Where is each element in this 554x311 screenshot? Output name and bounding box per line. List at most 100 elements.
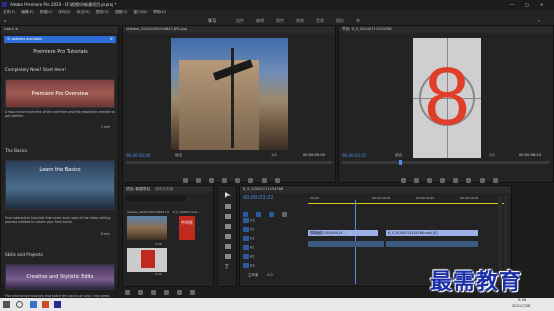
overwrite-icon[interactable] xyxy=(261,178,267,183)
step-back-icon[interactable] xyxy=(427,178,433,183)
source-timecode[interactable]: 00:00:00:00 xyxy=(126,153,150,158)
track-select-icon[interactable] xyxy=(225,204,231,209)
menu-window[interactable]: 窗口(W) xyxy=(134,10,148,14)
program-timecode[interactable]: 00:00:03:22 xyxy=(342,153,366,158)
selection-tool-icon[interactable] xyxy=(225,192,231,198)
program-ratio[interactable]: 1/2 xyxy=(489,153,495,157)
play-icon[interactable] xyxy=(222,178,228,183)
start-button[interactable] xyxy=(3,301,10,308)
snap-icon[interactable] xyxy=(243,212,248,217)
lift-icon[interactable] xyxy=(466,178,472,183)
slip-icon[interactable] xyxy=(225,234,231,239)
menu-marker[interactable]: 标记(M) xyxy=(77,10,90,14)
home-icon[interactable]: ⌂ xyxy=(4,16,7,25)
ripple-edit-icon[interactable] xyxy=(225,214,231,219)
marker-icon[interactable] xyxy=(269,212,275,217)
extract-icon[interactable] xyxy=(479,178,485,183)
workspace-effects[interactable]: 效果 xyxy=(296,16,304,25)
toggle-v2[interactable] xyxy=(243,227,249,232)
step-back-icon[interactable] xyxy=(209,178,215,183)
menu-clip[interactable]: 剪辑(C) xyxy=(40,10,53,14)
mark-in-icon[interactable] xyxy=(183,178,188,183)
close-button[interactable]: ✕ xyxy=(540,0,543,9)
project-thumb-1[interactable] xyxy=(127,216,167,240)
add-icon[interactable]: ⊕ xyxy=(110,36,113,43)
menu-help[interactable]: 帮助(H) xyxy=(153,10,166,14)
source-scrub-bar[interactable] xyxy=(126,161,332,164)
source-transport xyxy=(183,168,293,183)
export-frame-icon[interactable] xyxy=(492,178,498,183)
toggle-a1[interactable] xyxy=(243,245,249,250)
project-search-input[interactable] xyxy=(126,196,186,201)
settings-icon[interactable] xyxy=(282,212,288,217)
tab-media-browser[interactable]: 媒体浏览器 xyxy=(155,187,173,191)
project-dur-2: 0:00 xyxy=(155,272,162,276)
taskbar-app-2[interactable] xyxy=(42,301,49,308)
workspace-color[interactable]: 颜色 xyxy=(276,16,284,25)
icon-view-icon[interactable] xyxy=(151,290,157,295)
source-zoom[interactable]: 适合 xyxy=(175,153,182,158)
source-tab[interactable]: release_20201001004847.JPG.jpg xyxy=(123,26,335,33)
workspace-assembly[interactable]: 组件 xyxy=(236,16,244,25)
maximize-button[interactable]: □ xyxy=(525,0,529,9)
source-ratio[interactable]: 1/2 xyxy=(271,153,277,157)
type-icon[interactable]: T xyxy=(225,264,229,271)
workspace-graphics[interactable]: 图形 xyxy=(336,16,344,25)
step-forward-icon[interactable] xyxy=(235,178,241,183)
mark-in-icon[interactable] xyxy=(401,178,406,183)
project-thumb-2[interactable]: 中华秋 xyxy=(179,216,195,240)
clip-video[interactable]: 6_5_20200711254766.mp4 [V] xyxy=(386,230,478,236)
card-basics[interactable]: Learn the Basics xyxy=(5,160,115,210)
trash-icon[interactable] xyxy=(190,290,196,295)
program-zoom[interactable]: 适合 xyxy=(395,153,402,158)
workspace-audio[interactable]: 音频 xyxy=(316,16,324,25)
lock-icon[interactable] xyxy=(125,290,130,295)
mark-out-icon[interactable] xyxy=(196,178,202,183)
list-view-icon[interactable] xyxy=(138,290,144,295)
workspace-libraries[interactable]: 库 xyxy=(356,16,360,25)
program-tab[interactable]: 节目: 6_5_20200711254766 xyxy=(339,26,553,33)
program-scrub-bar[interactable] xyxy=(342,161,550,164)
menu-graphics[interactable]: 图形(G) xyxy=(96,10,109,14)
insert-icon[interactable] xyxy=(248,178,254,183)
menu-view[interactable]: 视图(V) xyxy=(115,10,127,14)
taskbar-search-icon[interactable] xyxy=(16,301,23,308)
toggle-v3[interactable] xyxy=(243,218,249,223)
minimize-button[interactable]: — xyxy=(510,0,514,9)
project-thumb-4[interactable] xyxy=(141,250,155,268)
mark-out-icon[interactable] xyxy=(414,178,420,183)
menu-sequence[interactable]: 序列(S) xyxy=(58,10,70,14)
timeline-timecode[interactable]: 00:00:03:22 xyxy=(243,195,274,201)
toggle-v1[interactable] xyxy=(243,236,249,241)
razor-icon[interactable] xyxy=(225,224,231,229)
clip-screenshot[interactable]: 屏幕截图 2020/09/14 ... xyxy=(308,230,378,236)
updates-banner[interactable]: 4 updates available ⊕ xyxy=(4,36,116,43)
export-frame-icon[interactable] xyxy=(274,178,280,183)
card-creative[interactable]: Creative and Stylistic Edits xyxy=(5,264,115,290)
step-forward-icon[interactable] xyxy=(453,178,459,183)
taskbar-app-1[interactable] xyxy=(30,301,37,308)
taskbar-app-3[interactable] xyxy=(54,301,61,308)
search-icon[interactable]: ⌕ xyxy=(538,16,540,25)
workspace-editing[interactable]: 编辑 xyxy=(256,16,264,25)
hand-icon[interactable] xyxy=(225,254,231,259)
play-icon[interactable] xyxy=(440,178,446,183)
program-playhead[interactable] xyxy=(399,160,402,165)
menu-file[interactable]: 文件(F) xyxy=(3,10,15,14)
new-bin-icon[interactable] xyxy=(164,290,170,295)
menu-edit[interactable]: 编辑(E) xyxy=(21,10,33,14)
work-area-bar[interactable] xyxy=(308,203,508,204)
pen-icon[interactable] xyxy=(225,244,231,249)
card-overview[interactable]: Premiere Pro Overview xyxy=(5,79,115,108)
learn-tab[interactable]: Learn ≡ xyxy=(1,26,118,33)
master-level[interactable]: 0.0 xyxy=(267,273,272,277)
clip-audio[interactable] xyxy=(308,241,384,247)
clip-audio-2[interactable] xyxy=(386,241,478,247)
toggle-a3[interactable] xyxy=(243,263,249,268)
timeline-tab[interactable]: 6_5_20200711254766 xyxy=(240,186,511,193)
tab-project[interactable]: 项目: 新建项目 xyxy=(126,187,150,191)
workspace-learn[interactable]: 学习 xyxy=(208,16,216,25)
linked-icon[interactable] xyxy=(256,212,262,217)
toggle-a2[interactable] xyxy=(243,254,249,259)
new-item-icon[interactable] xyxy=(177,290,183,295)
